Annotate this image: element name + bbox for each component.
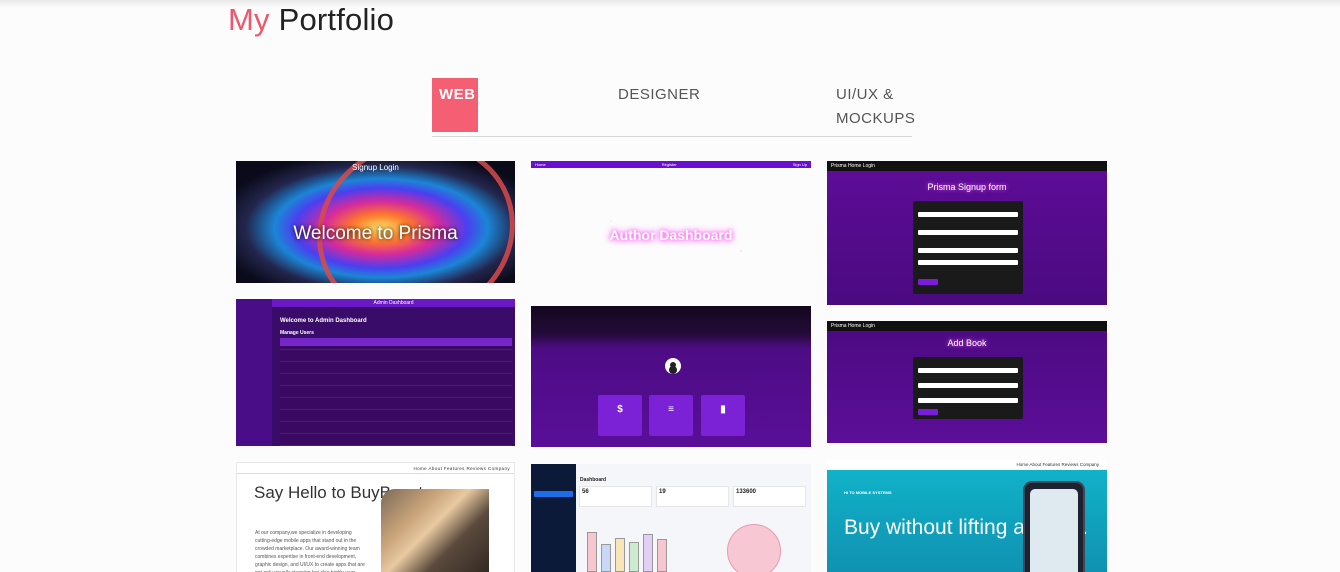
form-field <box>918 248 1018 253</box>
divider <box>237 473 514 474</box>
portfolio-card-reader-dashboard[interactable]: $ ≡ ▮ <box>531 306 811 447</box>
form-field <box>918 212 1018 217</box>
form-button <box>918 409 938 415</box>
dollar-icon: $ <box>598 395 642 436</box>
portfolio-card-mobile-landing[interactable]: Home About Features Reviews Company HI T… <box>827 460 1107 572</box>
admin-header: Admin Dashboard <box>272 299 515 307</box>
form-field <box>918 260 1018 265</box>
chart-bar <box>601 544 611 572</box>
phone-mockup <box>1023 481 1085 572</box>
stat-card: 19 <box>656 486 729 507</box>
portfolio-card-prisma-welcome[interactable]: Signup Login Welcome to Prisma <box>236 161 515 283</box>
card-nav-text: Prisma Home Login <box>827 161 1107 171</box>
card-topbar: Home Register Sign Up <box>531 161 811 168</box>
book-icon: ▮ <box>701 395 745 436</box>
brand-logo: HI TO MOBILE SYSTEMS <box>844 490 892 495</box>
chart-bar <box>629 542 639 572</box>
card-nav-right: Sign Up <box>792 162 807 167</box>
card-nav-left: Home <box>535 162 546 167</box>
portfolio-card-signup-form[interactable]: Prisma Home Login Prisma Signup form <box>827 161 1107 305</box>
chart-bar <box>643 534 653 572</box>
admin-table-header <box>280 338 512 346</box>
top-shadow <box>0 0 1340 8</box>
form-field <box>918 383 1018 388</box>
tab-designer[interactable]: DESIGNER <box>618 83 700 107</box>
tab-uiux-mockups[interactable]: UI/UX & MOCKUPS <box>836 83 916 131</box>
add-book-form-preview <box>913 357 1023 419</box>
card-nav-text: Prisma Home Login <box>827 321 1107 331</box>
planet-ring-graphic <box>291 161 515 283</box>
card-nav-text: Home About Features Reviews Company <box>413 466 510 471</box>
page-title-accent: My <box>228 2 270 37</box>
stat-card: 133600 <box>733 486 806 507</box>
chart-bar <box>657 539 667 572</box>
card-title: Welcome to Prisma <box>293 223 458 244</box>
user-avatar-icon <box>665 358 681 374</box>
dashboard-title: Dashboard <box>580 477 607 483</box>
admin-sidebar <box>236 299 272 446</box>
admin-welcome: Welcome to Admin Dashboard <box>280 318 367 324</box>
form-field <box>918 230 1018 235</box>
form-field <box>918 368 1018 373</box>
stat-card: 56 <box>579 486 652 507</box>
people-photo <box>381 489 489 572</box>
pie-chart <box>727 524 781 572</box>
portfolio-card-author-dashboard[interactable]: Home Register Sign Up Author Dashboard <box>531 161 811 290</box>
tab-web[interactable]: WEB <box>432 78 478 132</box>
portfolio-tabs: WEB DESIGNER UI/UX & MOCKUPS <box>432 78 915 137</box>
admin-manage-users: Manage Users <box>280 330 314 336</box>
card-nav-mid: Register <box>661 162 677 167</box>
form-button <box>918 279 938 285</box>
admin-users-table <box>280 338 512 446</box>
page-title-rest: Portfolio <box>278 2 395 37</box>
card-nav-text: Home About Features Reviews Company <box>827 460 1107 470</box>
dashboard-sidebar-active-item <box>534 491 573 497</box>
list-icon: ≡ <box>649 395 693 436</box>
portfolio-card-buybooster[interactable]: Home About Features Reviews Company Say … <box>236 462 515 572</box>
chart-bar <box>587 532 597 572</box>
portfolio-card-admin-dashboard[interactable]: Admin Dashboard Welcome to Admin Dashboa… <box>236 299 515 446</box>
portfolio-card-dashboard[interactable]: Dashboard 56 19 133600 <box>531 464 811 572</box>
chart-bar <box>615 538 625 572</box>
signup-form-preview <box>913 201 1023 294</box>
card-title: Prisma Signup form <box>927 182 1007 192</box>
dashboard-sidebar <box>531 464 576 572</box>
card-title: Author Dashboard <box>609 227 733 243</box>
card-title: Add Book <box>947 338 987 348</box>
card-paragraph: At our company,we specialize in developi… <box>255 530 365 572</box>
portfolio-card-add-book[interactable]: Prisma Home Login Add Book <box>827 321 1107 443</box>
page-title: My Portfolio <box>228 2 394 38</box>
phone-screen <box>1030 489 1078 572</box>
form-field <box>918 398 1018 403</box>
card-nav-text: Signup Login <box>352 163 399 172</box>
